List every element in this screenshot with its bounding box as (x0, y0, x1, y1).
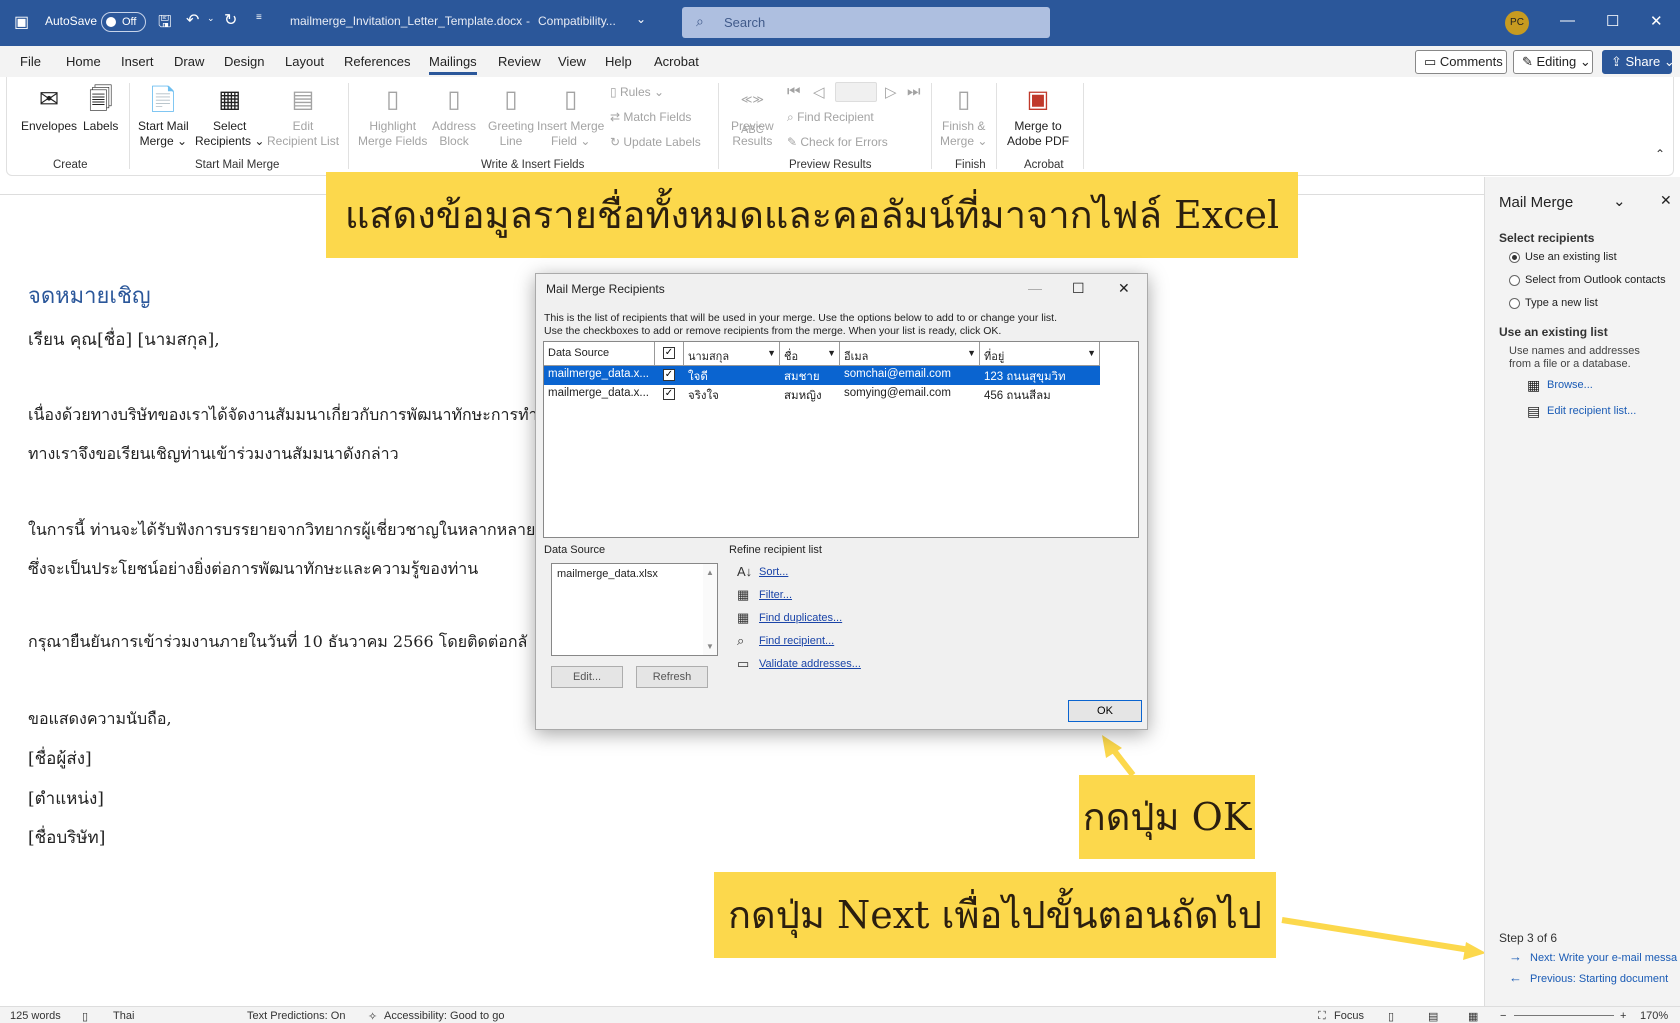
ok-button[interactable]: OK (1068, 700, 1142, 722)
column-data-source[interactable]: Data Source (544, 342, 655, 366)
dropdown-arrow-icon[interactable]: ▼ (827, 348, 836, 358)
previous-step-link[interactable]: Previous: Starting document (1530, 973, 1668, 985)
existing-list-desc: Use names and addresses (1509, 345, 1640, 357)
mail-merge-recipients-dialog: Mail Merge Recipients — ☐ ✕ This is the … (535, 273, 1148, 730)
web-layout-icon[interactable]: ▦ (1468, 1010, 1478, 1023)
cell-lastname: ใจดี (688, 371, 708, 383)
filter-link[interactable]: ▦ Filter... (737, 587, 792, 602)
word-count[interactable]: 125 words (10, 1010, 61, 1022)
status-bar: 125 words ▯ Thai Text Predictions: On ✧ … (0, 1006, 1680, 1023)
read-mode-icon[interactable]: ▯ (1388, 1010, 1394, 1023)
proofing-icon[interactable]: ▯ (82, 1010, 88, 1023)
edit-button[interactable]: Edit... (551, 666, 623, 688)
browse-link[interactable]: Browse... (1547, 379, 1593, 391)
step-indicator: Step 3 of 6 (1499, 931, 1558, 945)
close-icon[interactable]: ✕ (1660, 192, 1672, 209)
column-address[interactable]: ที่อยู่ ▼ (980, 342, 1100, 366)
select-all-checkbox[interactable]: ✓ (663, 347, 675, 359)
option-new-list[interactable]: Type a new list (1525, 297, 1598, 309)
option-outlook-contacts[interactable]: Select from Outlook contacts (1525, 274, 1666, 286)
column-firstname[interactable]: ชื่อ ▼ (780, 342, 840, 366)
browse-icon: ▦ (1527, 377, 1541, 393)
column-lastname[interactable]: นามสกุล ▼ (684, 342, 780, 366)
cell-source: mailmerge_data.x... (548, 368, 649, 380)
refresh-button[interactable]: Refresh (636, 666, 708, 688)
find-duplicates-icon: ▦ (737, 610, 750, 625)
arrow-to-next (1281, 917, 1471, 953)
scrollbar[interactable]: ▲ ▼ (703, 564, 717, 655)
radio-new-list[interactable] (1509, 298, 1520, 309)
cell-email: somchai@email.com (844, 368, 951, 380)
find-duplicates-link[interactable]: ▦ Find duplicates... (737, 610, 842, 625)
arrow-left-icon[interactable]: ← (1509, 970, 1522, 985)
chevron-down-icon[interactable]: ⌄ (1613, 192, 1626, 210)
column-checkbox[interactable]: ✓ (655, 342, 684, 366)
sort-icon: A↓ (737, 564, 753, 579)
data-source-file[interactable]: mailmerge_data.xlsx (557, 568, 658, 580)
next-step-link[interactable]: Next: Write your e-mail messa (1530, 952, 1680, 964)
radio-existing-list[interactable] (1509, 252, 1520, 263)
cell-source: mailmerge_data.x... (548, 387, 649, 399)
row-checkbox[interactable]: ✓ (663, 369, 675, 381)
existing-list-desc: from a file or a database. (1509, 358, 1631, 370)
maximize-icon[interactable]: ☐ (1072, 280, 1085, 297)
cell-address: 456 ถนนสีลม (984, 390, 1051, 402)
cell-address: 123 ถนนสุขุมวิท (984, 371, 1066, 383)
focus-icon: ⛶ (1318, 1010, 1326, 1022)
validate-icon: ▭ (737, 656, 750, 671)
zoom-in-icon[interactable]: + (1620, 1010, 1626, 1022)
cell-firstname: สมหญิง (784, 390, 822, 402)
dropdown-arrow-icon[interactable]: ▼ (767, 348, 776, 358)
find-recipient-link[interactable]: ⌕ Find recipient... (737, 633, 834, 648)
edit-list-icon: ▤ (1527, 403, 1541, 419)
zoom-out-icon[interactable]: − (1500, 1010, 1506, 1022)
close-icon[interactable]: ✕ (1118, 280, 1130, 297)
dropdown-arrow-icon[interactable]: ▼ (967, 348, 976, 358)
pane-title: Mail Merge (1499, 194, 1574, 211)
cell-firstname: สมชาย (784, 371, 820, 383)
row-checkbox[interactable]: ✓ (663, 388, 675, 400)
language[interactable]: Thai (113, 1010, 134, 1022)
validate-addresses-link[interactable]: ▭ Validate addresses... (737, 656, 861, 671)
dialog-description: This is the list of recipients that will… (544, 312, 1058, 337)
table-row[interactable]: mailmerge_data.x... ✓ จริงใจ สมหญิง somy… (544, 385, 1100, 404)
zoom-slider[interactable] (1514, 1015, 1614, 1016)
text-predictions[interactable]: Text Predictions: On (247, 1010, 345, 1022)
dialog-title: Mail Merge Recipients (546, 282, 665, 296)
cell-email: somying@email.com (844, 387, 951, 399)
refine-label: Refine recipient list (729, 544, 822, 556)
mail-merge-pane: Mail Merge ⌄ ✕ Select recipients Use an … (1484, 177, 1680, 1006)
dropdown-arrow-icon[interactable]: ▼ (1087, 348, 1096, 358)
table-row[interactable]: mailmerge_data.x... ✓ ใจดี สมชาย somchai… (544, 366, 1100, 385)
accessibility-icon: ✧ (368, 1011, 378, 1023)
column-email[interactable]: อีเมล ▼ (840, 342, 980, 366)
filter-icon: ▦ (737, 587, 750, 602)
arrow-right-icon[interactable]: → (1509, 949, 1522, 964)
sort-link[interactable]: A↓ Sort... (737, 564, 788, 579)
cell-lastname: จริงใจ (688, 390, 719, 402)
option-existing-list[interactable]: Use an existing list (1525, 251, 1617, 263)
existing-list-heading: Use an existing list (1499, 325, 1608, 339)
arrow-head-next (1463, 942, 1486, 960)
select-recipients-heading: Select recipients (1499, 231, 1595, 245)
recipient-list[interactable]: Data Source ✓ นามสกุล ▼ ชื่อ ▼ อีเมล ▼ ที่อ… (543, 341, 1139, 538)
print-layout-icon[interactable]: ▤ (1428, 1010, 1438, 1023)
data-source-label: Data Source (544, 544, 606, 556)
find-recipient-icon: ⌕ (737, 633, 745, 648)
radio-outlook-contacts[interactable] (1509, 275, 1520, 286)
minimize-icon[interactable]: — (1028, 280, 1042, 296)
accessibility-status[interactable]: Accessibility: Good to go (384, 1010, 504, 1022)
zoom-level[interactable]: 170% (1640, 1010, 1668, 1022)
data-source-listbox[interactable]: mailmerge_data.xlsx ▲ ▼ (551, 563, 718, 656)
focus-button[interactable]: Focus (1334, 1010, 1364, 1022)
edit-recipient-list-link[interactable]: Edit recipient list... (1547, 405, 1636, 417)
